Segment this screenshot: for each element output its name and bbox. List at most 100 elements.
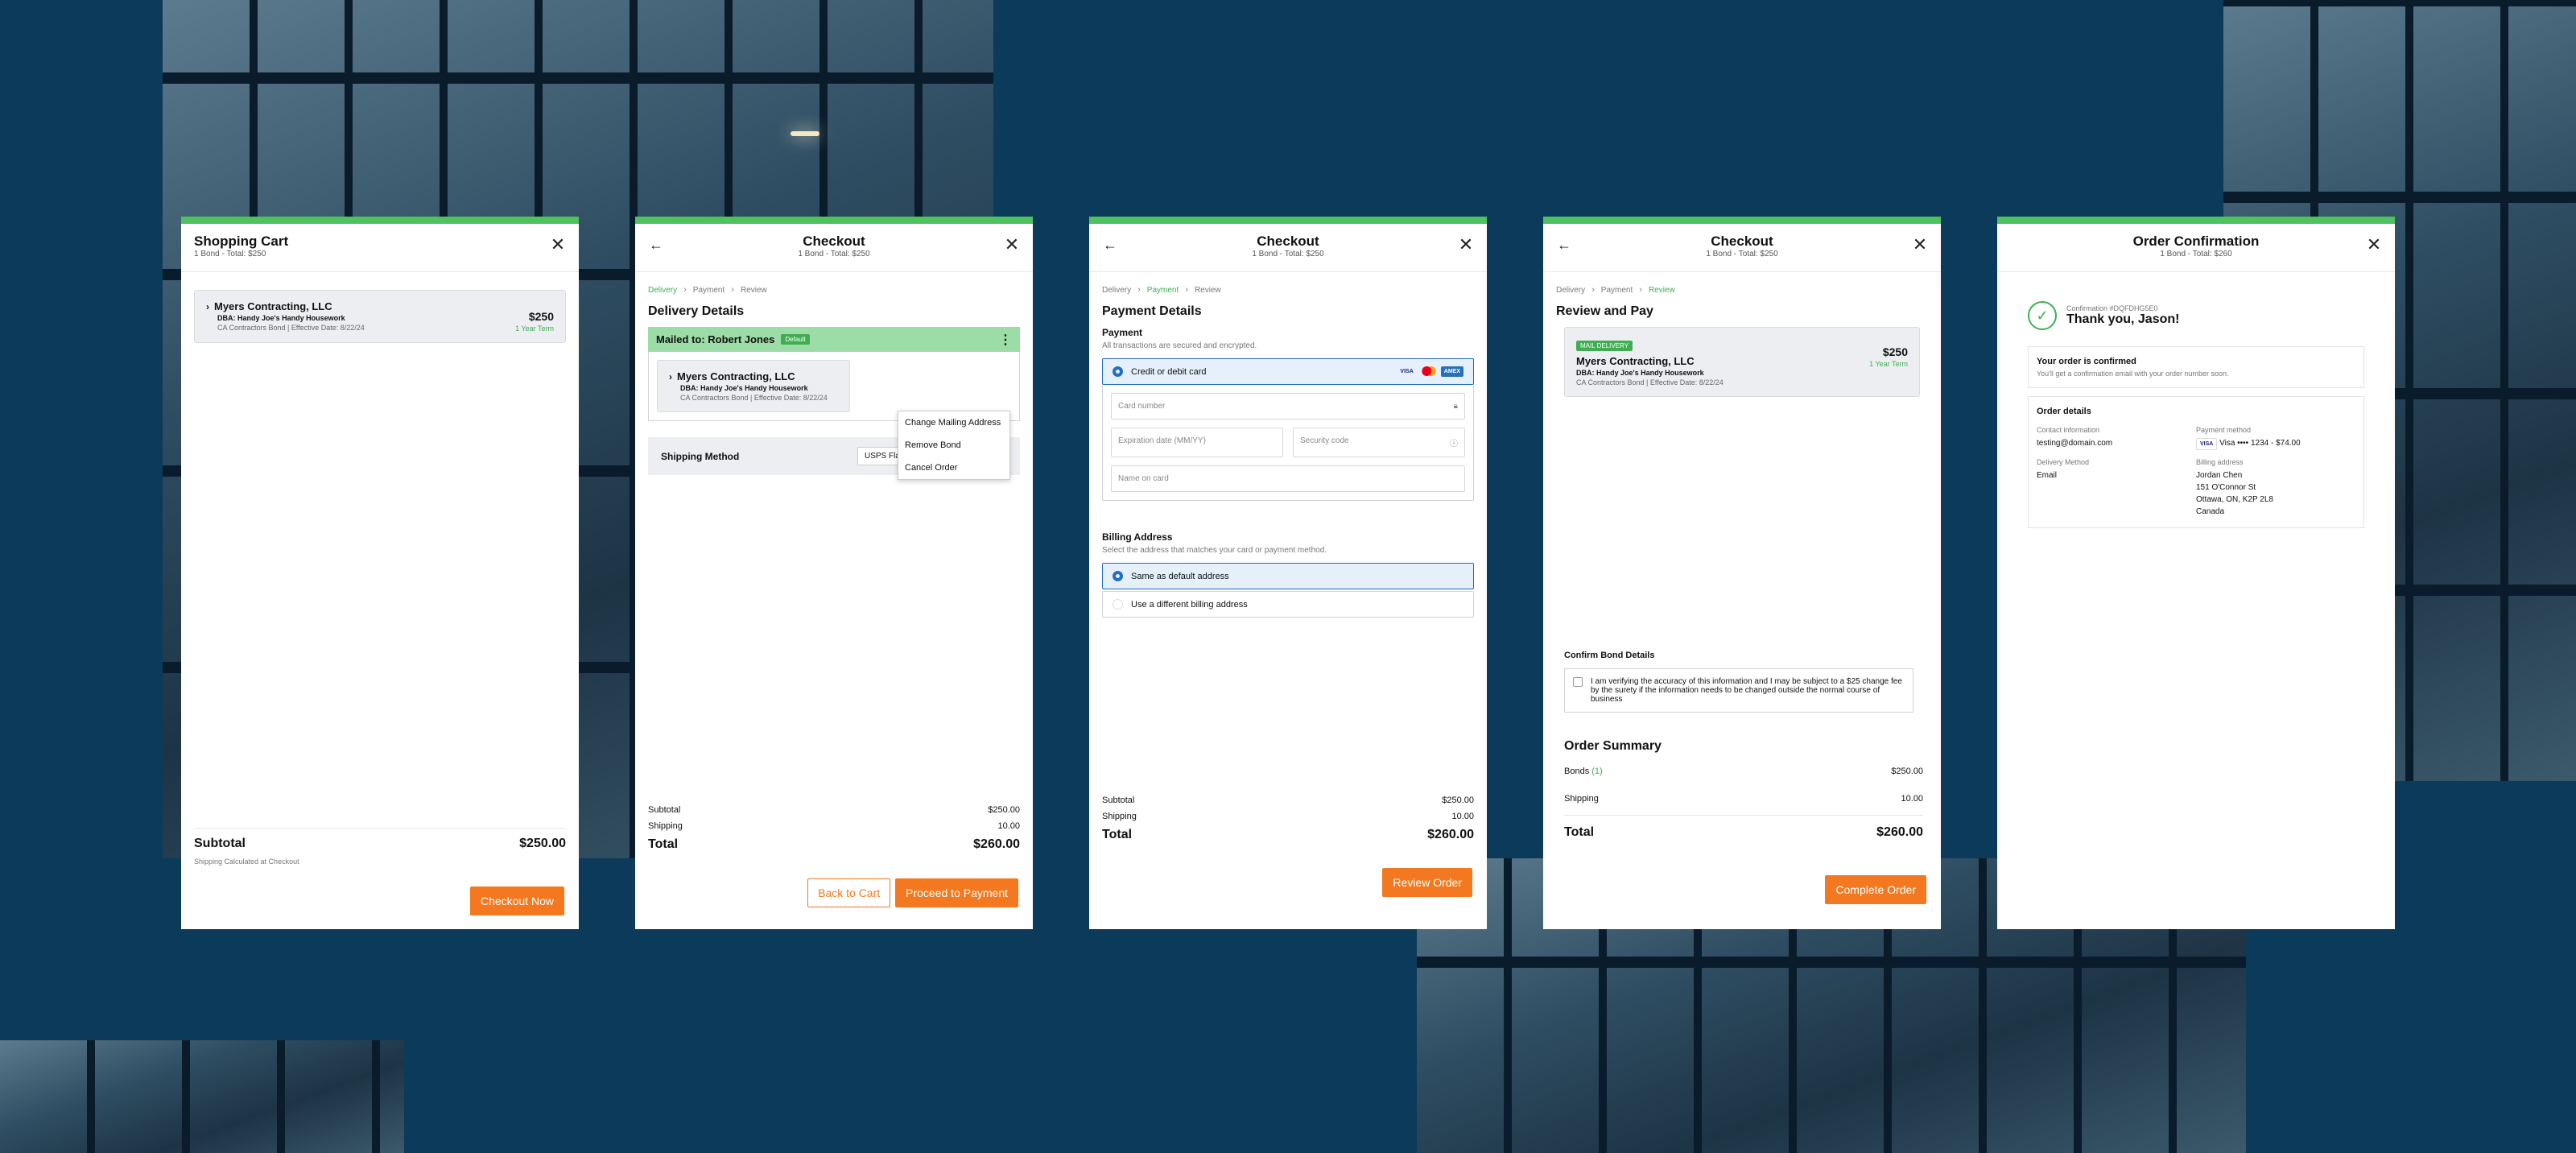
payment-method-value: Visa •••• 1234 - $74.00: [2219, 439, 2301, 448]
crumb-delivery[interactable]: Delivery: [1102, 286, 1131, 295]
billing-line: 151 O'Connor St: [2196, 483, 2256, 492]
confirmation-number: Confirmation #DQFDHG5E0: [2066, 304, 2158, 312]
bond-meta: CA Contractors Bond | Effective Date: 8/…: [680, 394, 828, 402]
back-to-cart-button[interactable]: Back to Cart: [807, 878, 891, 907]
shopping-cart-panel: Shopping Cart 1 Bond - Total: $250 ✕ › My…: [181, 217, 579, 929]
mailed-to-bar: Mailed to: Robert Jones Default ⋮: [648, 327, 1020, 352]
breadcrumb: Delivery › Payment › Review: [1102, 285, 1221, 295]
shipping-value: 10.00: [997, 821, 1020, 831]
proceed-to-payment-button[interactable]: Proceed to Payment: [895, 878, 1018, 907]
name-on-card-placeholder: Name on card: [1118, 474, 1169, 483]
radio-selected[interactable]: [1113, 366, 1123, 377]
card-number-field[interactable]: Card number 🔒︎: [1111, 393, 1465, 419]
crumb-delivery[interactable]: Delivery: [648, 286, 677, 295]
help-icon[interactable]: ⓘ: [1450, 436, 1458, 448]
crumb-payment[interactable]: Payment: [1147, 286, 1179, 295]
thank-you-heading: Thank you, Jason!: [2066, 312, 2180, 326]
order-totals: Subtotal $250.00 Shipping 10.00 Total $260.…: [1102, 796, 1474, 849]
shipping-label: Shipping: [1564, 794, 1599, 804]
shipping-method-label: Shipping Method: [661, 450, 740, 462]
amex-icon: AMEX: [1440, 366, 1463, 377]
panel-header: ← Checkout 1 Bond - Total: $250 ✕: [1089, 224, 1487, 272]
close-icon[interactable]: ✕: [1458, 236, 1474, 254]
menu-item-cancel-order[interactable]: Cancel Order: [898, 457, 1009, 479]
bonds-label: Bonds: [1564, 767, 1590, 776]
panel-title: Checkout: [1257, 233, 1319, 249]
chevron-right-icon[interactable]: ›: [206, 301, 209, 312]
order-details-box: Order details Contact information testin…: [2028, 396, 2364, 528]
order-totals: Subtotal $250.00 Shipping 10.00 Total $260.…: [648, 805, 1020, 858]
order-confirmed-box: Your order is confirmed You'll get a con…: [2028, 346, 2364, 388]
bond-card[interactable]: › Myers Contracting, LLC DBA: Handy Joe's…: [657, 360, 850, 412]
total-value: $260.00: [973, 837, 1020, 851]
billing-line: Jordan Chen: [2196, 471, 2243, 480]
billing-line: Canada: [2196, 507, 2225, 516]
credit-card-option[interactable]: Credit or debit card VISA AMEX: [1102, 358, 1474, 385]
billing-same-option[interactable]: Same as default address: [1102, 563, 1474, 589]
menu-item-remove-bond[interactable]: Remove Bond: [898, 434, 1009, 457]
shipping-note: Shipping Calculated at Checkout: [194, 858, 299, 866]
delivery-panel: ← Checkout 1 Bond - Total: $250 ✕ Delive…: [635, 217, 1033, 929]
page-heading: Delivery Details: [648, 304, 745, 318]
billing-address-label: Billing address: [2196, 458, 2244, 466]
subtotal-label: Subtotal: [1102, 796, 1135, 805]
back-arrow-icon[interactable]: ←: [1556, 237, 1572, 253]
verify-checkbox[interactable]: [1573, 677, 1583, 687]
crumb-payment[interactable]: Payment: [1601, 286, 1633, 295]
mailing-options-menu: Change Mailing Address Remove Bond Cance…: [898, 411, 1010, 480]
total-label: Total: [648, 837, 679, 851]
bond-card[interactable]: MAIL DELIVERY Myers Contracting, LLC DBA…: [1564, 327, 1920, 397]
crumb-review[interactable]: Review: [1649, 286, 1675, 295]
menu-item-change-address[interactable]: Change Mailing Address: [898, 411, 1009, 434]
total-value: $260.00: [1427, 828, 1474, 841]
crumb-delivery[interactable]: Delivery: [1556, 286, 1585, 295]
back-arrow-icon[interactable]: ←: [1102, 237, 1118, 253]
default-badge: Default: [781, 334, 810, 345]
checkout-now-button[interactable]: Checkout Now: [469, 886, 564, 915]
bond-price: $250: [1882, 345, 1908, 358]
crumb-payment[interactable]: Payment: [693, 286, 724, 295]
chevron-right-icon[interactable]: ›: [669, 371, 672, 382]
close-icon[interactable]: ✕: [550, 236, 566, 254]
back-arrow-icon[interactable]: ←: [648, 237, 664, 253]
breadcrumb: Delivery › Payment › Review: [648, 285, 767, 295]
panel-header: ← Checkout 1 Bond - Total: $250 ✕: [635, 224, 1033, 272]
close-icon[interactable]: ✕: [1912, 236, 1928, 254]
shipping-label: Shipping: [648, 821, 683, 831]
check-circle-icon: ✓: [2028, 301, 2057, 330]
breadcrumb: Delivery › Payment › Review: [1556, 285, 1675, 295]
confirmed-text: You'll get a confirmation email with you…: [2037, 370, 2229, 378]
subtotal-value: $250.00: [988, 805, 1020, 815]
credit-card-label: Credit or debit card: [1131, 366, 1207, 377]
review-panel: ← Checkout 1 Bond - Total: $250 ✕ Delive…: [1543, 217, 1941, 929]
close-icon[interactable]: ✕: [2366, 236, 2382, 254]
subtotal-value: $250.00: [1442, 796, 1474, 805]
order-confirmation-panel: Order Confirmation 1 Bond - Total: $260 …: [1997, 217, 2395, 929]
crumb-review[interactable]: Review: [1195, 286, 1221, 295]
bond-dba: DBA: Handy Joe's Handy Housework: [680, 384, 808, 392]
total-label: Total: [1564, 825, 1595, 839]
bond-card[interactable]: › Myers Contracting, LLC DBA: Handy Joe's…: [194, 290, 566, 343]
billing-line: Ottawa, ON, K2P 2L8: [2196, 495, 2273, 504]
name-on-card-field[interactable]: Name on card: [1111, 465, 1465, 492]
review-order-button[interactable]: Review Order: [1382, 868, 1472, 897]
radio-unselected[interactable]: [1113, 599, 1123, 610]
verify-checkbox-row[interactable]: I am verifying the accuracy of this info…: [1564, 668, 1913, 713]
expiration-field[interactable]: Expiration date (MM/YY): [1111, 428, 1283, 457]
close-icon[interactable]: ✕: [1004, 236, 1020, 254]
crumb-review[interactable]: Review: [741, 286, 767, 295]
more-vertical-icon[interactable]: ⋮: [999, 332, 1012, 348]
bond-name: Myers Contracting, LLC: [214, 300, 332, 312]
panel-subtitle: 1 Bond - Total: $250: [194, 250, 266, 258]
billing-different-option[interactable]: Use a different billing address: [1102, 591, 1474, 618]
card-fields: Card number 🔒︎ Expiration date (MM/YY) Se…: [1102, 385, 1474, 501]
security-code-field[interactable]: Security code ⓘ: [1293, 428, 1465, 457]
billing-heading: Billing Address: [1102, 531, 1173, 543]
expiration-placeholder: Expiration date (MM/YY): [1118, 436, 1206, 445]
card-number-placeholder: Card number: [1118, 402, 1166, 411]
visa-icon: VISA: [1400, 369, 1414, 374]
complete-order-button[interactable]: Complete Order: [1825, 875, 1926, 904]
secure-note: All transactions are secured and encrypt…: [1102, 341, 1257, 350]
bond-price: $250: [528, 310, 554, 323]
radio-selected[interactable]: [1113, 571, 1123, 581]
